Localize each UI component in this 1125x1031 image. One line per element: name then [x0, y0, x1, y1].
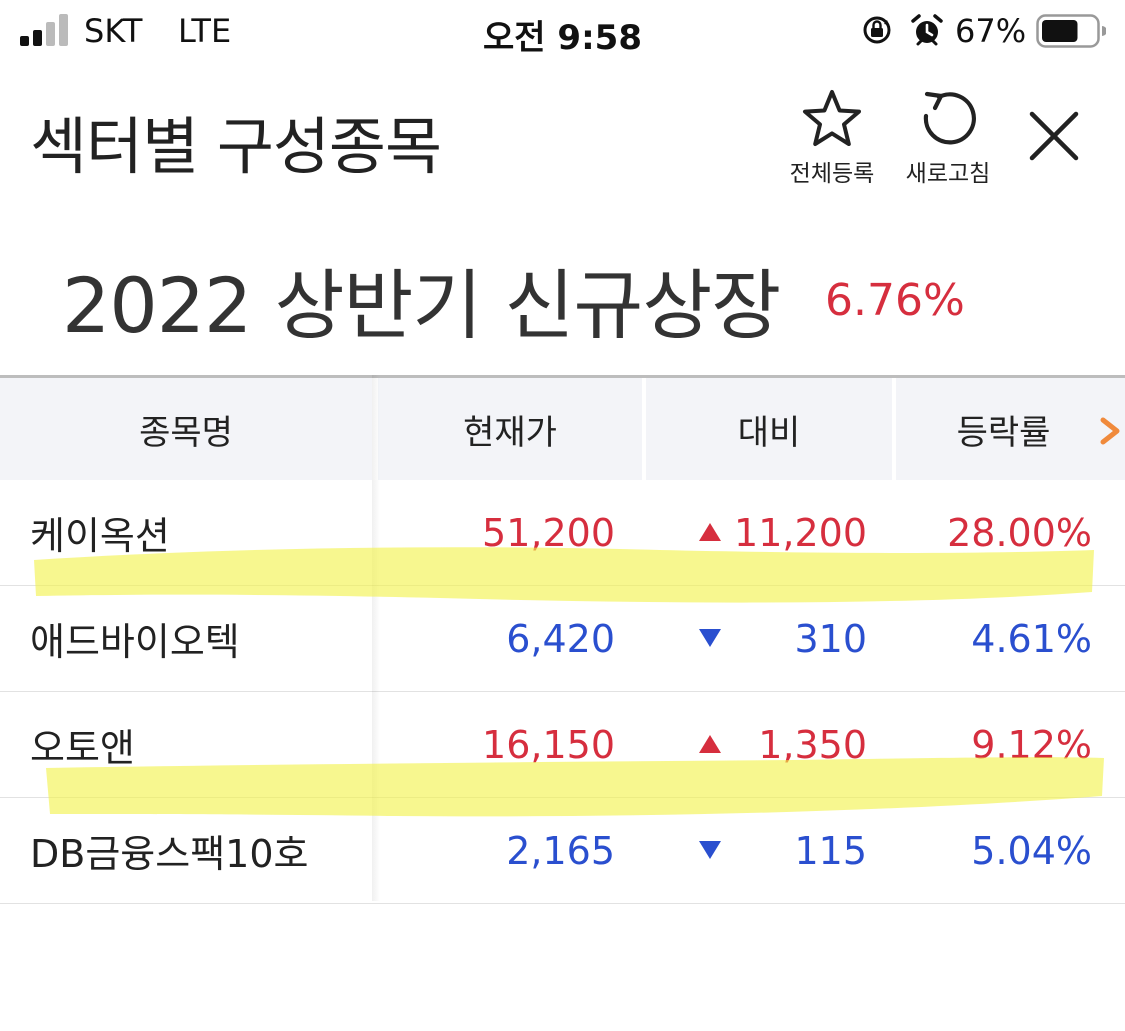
- table-body: 케이옥션 51,200 11,200 28.00% 애드바이오텍 6,420 3…: [0, 480, 1125, 904]
- stock-name: 오토앤: [30, 726, 135, 770]
- stock-diff: 1,350: [758, 722, 867, 767]
- table-row[interactable]: DB금융스팩10호 2,165 115 5.04%: [0, 798, 1125, 904]
- stock-name: 케이옥션: [30, 514, 170, 558]
- triangle-up-icon: [699, 735, 721, 753]
- page-title: 섹터별 구성종목: [30, 110, 442, 183]
- refresh-button[interactable]: 새로고침: [893, 88, 1003, 187]
- triangle-up-icon: [699, 523, 721, 541]
- stock-rate: 4.61%: [971, 616, 1092, 661]
- sector-name: 2022 상반기 신규상장: [62, 261, 781, 350]
- stock-rate: 28.00%: [947, 510, 1092, 555]
- sector-change-rate: 6.76%: [825, 275, 965, 326]
- status-bar: SKT LTE 오전 9:58 67%: [0, 0, 1125, 64]
- column-header-diff[interactable]: 대비: [646, 378, 892, 480]
- alarm-icon: [911, 14, 943, 46]
- register-all-button[interactable]: 전체등록: [777, 88, 887, 187]
- stock-rate: 5.04%: [971, 828, 1092, 873]
- stock-diff: 310: [794, 616, 867, 661]
- register-all-label: 전체등록: [789, 161, 875, 187]
- triangle-down-icon: [699, 629, 721, 647]
- stock-price: 6,420: [506, 616, 615, 661]
- column-header-price[interactable]: 현재가: [378, 378, 642, 480]
- refresh-icon: [923, 91, 976, 145]
- stock-price: 2,165: [506, 828, 615, 873]
- star-icon: [803, 90, 861, 146]
- stock-diff: 115: [794, 828, 867, 873]
- stock-price: 51,200: [482, 510, 615, 555]
- change-direction: [698, 692, 724, 797]
- table-row[interactable]: 애드바이오텍 6,420 310 4.61%: [0, 586, 1125, 692]
- battery-icon: [1036, 14, 1106, 48]
- column-header-rate-label: 등락률: [956, 412, 1051, 453]
- stock-name: 애드바이오텍: [30, 620, 240, 664]
- stock-price: 16,150: [482, 722, 615, 767]
- column-header-rate[interactable]: 등락률: [896, 378, 1125, 480]
- stock-name: DB금융스팩10호: [30, 832, 309, 876]
- close-icon[interactable]: [1026, 108, 1082, 164]
- stock-table: 종목명 현재가 대비 등락률 케이옥션 51,200 11,200 28.00%…: [0, 375, 1125, 904]
- change-direction: [698, 586, 724, 691]
- table-row[interactable]: 케이옥션 51,200 11,200 28.00%: [0, 480, 1125, 586]
- stock-diff: 11,200: [734, 510, 867, 555]
- table-row[interactable]: 오토앤 16,150 1,350 9.12%: [0, 692, 1125, 798]
- orientation-lock-icon: [863, 16, 891, 44]
- table-header: 종목명 현재가 대비 등락률: [0, 375, 1125, 480]
- chevron-right-icon[interactable]: [1097, 416, 1123, 446]
- battery-percent: 67%: [955, 12, 1027, 50]
- stock-rate: 9.12%: [971, 722, 1092, 767]
- refresh-label: 새로고침: [905, 161, 991, 187]
- change-direction: [698, 798, 724, 903]
- column-header-name[interactable]: 종목명: [0, 378, 372, 480]
- triangle-down-icon: [699, 841, 721, 859]
- change-direction: [698, 480, 724, 585]
